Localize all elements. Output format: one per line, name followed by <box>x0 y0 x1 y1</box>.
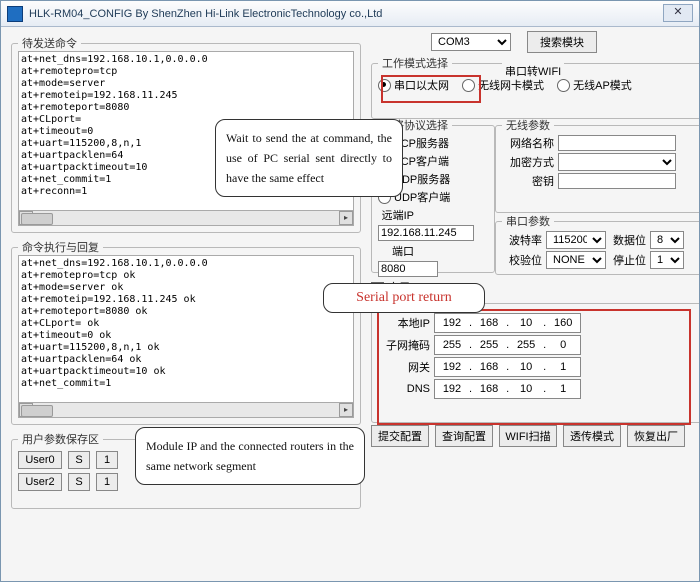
dns-label: DNS <box>378 383 430 395</box>
scroll-thumb[interactable] <box>21 405 53 417</box>
ssid-input[interactable] <box>558 135 676 151</box>
wifi-scan-button[interactable]: WIFI扫描 <box>499 425 557 447</box>
gw-label: 网关 <box>378 359 430 375</box>
callout-1: Wait to send the at command, the use of … <box>215 119 403 197</box>
ip-input[interactable]: ... <box>434 313 581 333</box>
key-input[interactable] <box>558 173 676 189</box>
scroll-thumb[interactable] <box>21 213 53 225</box>
dns-input[interactable]: ... <box>434 379 581 399</box>
response-legend: 命令执行与回复 <box>18 239 103 255</box>
send-legend: 待发送命令 <box>18 35 81 51</box>
user2-s-button[interactable]: S <box>68 473 90 491</box>
user1-button[interactable]: 1 <box>96 451 118 469</box>
scroll-right-icon[interactable]: ▸ <box>339 211 353 225</box>
userparam-legend: 用户参数保存区 <box>18 431 103 447</box>
user0-s-button[interactable]: S <box>68 451 90 469</box>
wifiparam-legend: 无线参数 <box>502 117 554 133</box>
mode-sta-radio[interactable]: 无线网卡模式 <box>462 77 544 93</box>
data-select[interactable]: 8 <box>650 231 684 249</box>
response-textarea[interactable]: at+net_dns=192.168.10.1,0.0.0.0 at+remot… <box>18 255 354 403</box>
stop-label: 停止位 <box>606 252 646 268</box>
window: HLK-RM04_CONFIG By ShenZhen Hi-Link Elec… <box>0 0 700 582</box>
user2-button[interactable]: User2 <box>18 473 62 491</box>
mask-input[interactable]: ... <box>434 335 581 355</box>
enc-label: 加密方式 <box>502 154 554 170</box>
user3-button[interactable]: 1 <box>96 473 118 491</box>
ip-label: 本地IP <box>378 315 430 331</box>
mode-ap-radio[interactable]: 无线AP模式 <box>557 77 632 93</box>
submit-button[interactable]: 提交配置 <box>371 425 429 447</box>
check-label: 校验位 <box>502 252 542 268</box>
check-select[interactable]: NONE <box>546 251 606 269</box>
mode-ethernet-radio[interactable]: 串口以太网 <box>378 77 449 93</box>
port-label: 端口 <box>378 243 414 259</box>
close-button[interactable]: ✕ <box>663 4 693 22</box>
factory-reset-button[interactable]: 恢复出厂 <box>627 425 685 447</box>
mask-label: 子网掩码 <box>378 337 430 353</box>
response-hscroll[interactable]: ◂▸ <box>18 403 354 418</box>
port-input[interactable] <box>378 261 438 277</box>
enc-select[interactable] <box>558 153 676 171</box>
remoteip-label: 远端IP <box>378 207 414 223</box>
serial-group: 串口参数 波特率 115200 数据位 8 校验位 NONE 停止位 1 <box>495 213 700 275</box>
mode-group: 工作模式选择 串口转WIFI 串口以太网 无线网卡模式 无线AP模式 <box>371 55 700 119</box>
window-title: HLK-RM04_CONFIG By ShenZhen Hi-Link Elec… <box>29 8 382 20</box>
titlebar: HLK-RM04_CONFIG By ShenZhen Hi-Link Elec… <box>1 1 699 27</box>
app-icon <box>7 6 23 22</box>
callout-2: Serial port return <box>323 283 485 313</box>
callout-3: Module IP and the connected routers in t… <box>135 427 365 485</box>
gw-input[interactable]: ... <box>434 357 581 377</box>
stop-select[interactable]: 1 <box>650 251 684 269</box>
response-group: 命令执行与回复 at+net_dns=192.168.10.1,0.0.0.0 … <box>11 239 361 425</box>
wifiparam-group: 无线参数 网络名称 加密方式 密钥 <box>495 117 700 213</box>
mode-legend: 工作模式选择 <box>378 55 452 71</box>
wifi-legend: 串口转WIFI <box>502 63 564 79</box>
user0-button[interactable]: User0 <box>18 451 62 469</box>
key-label: 密钥 <box>502 173 554 189</box>
baud-label: 波特率 <box>502 232 542 248</box>
passthrough-button[interactable]: 透传模式 <box>563 425 621 447</box>
remoteip-input[interactable] <box>378 225 474 241</box>
query-button[interactable]: 查询配置 <box>435 425 493 447</box>
scroll-right-icon[interactable]: ▸ <box>339 403 353 417</box>
ssid-label: 网络名称 <box>502 135 554 151</box>
netparam-group: 网络参数 本地IP... 子网掩码... 网关... DNS... <box>371 295 700 423</box>
baud-select[interactable]: 115200 <box>546 231 606 249</box>
send-hscroll[interactable]: ◂▸ <box>18 211 354 226</box>
data-label: 数据位 <box>606 232 646 248</box>
serial-legend: 串口参数 <box>502 213 554 229</box>
bottom-buttons: 提交配置 查询配置 WIFI扫描 透传模式 恢复出厂 <box>371 425 685 447</box>
